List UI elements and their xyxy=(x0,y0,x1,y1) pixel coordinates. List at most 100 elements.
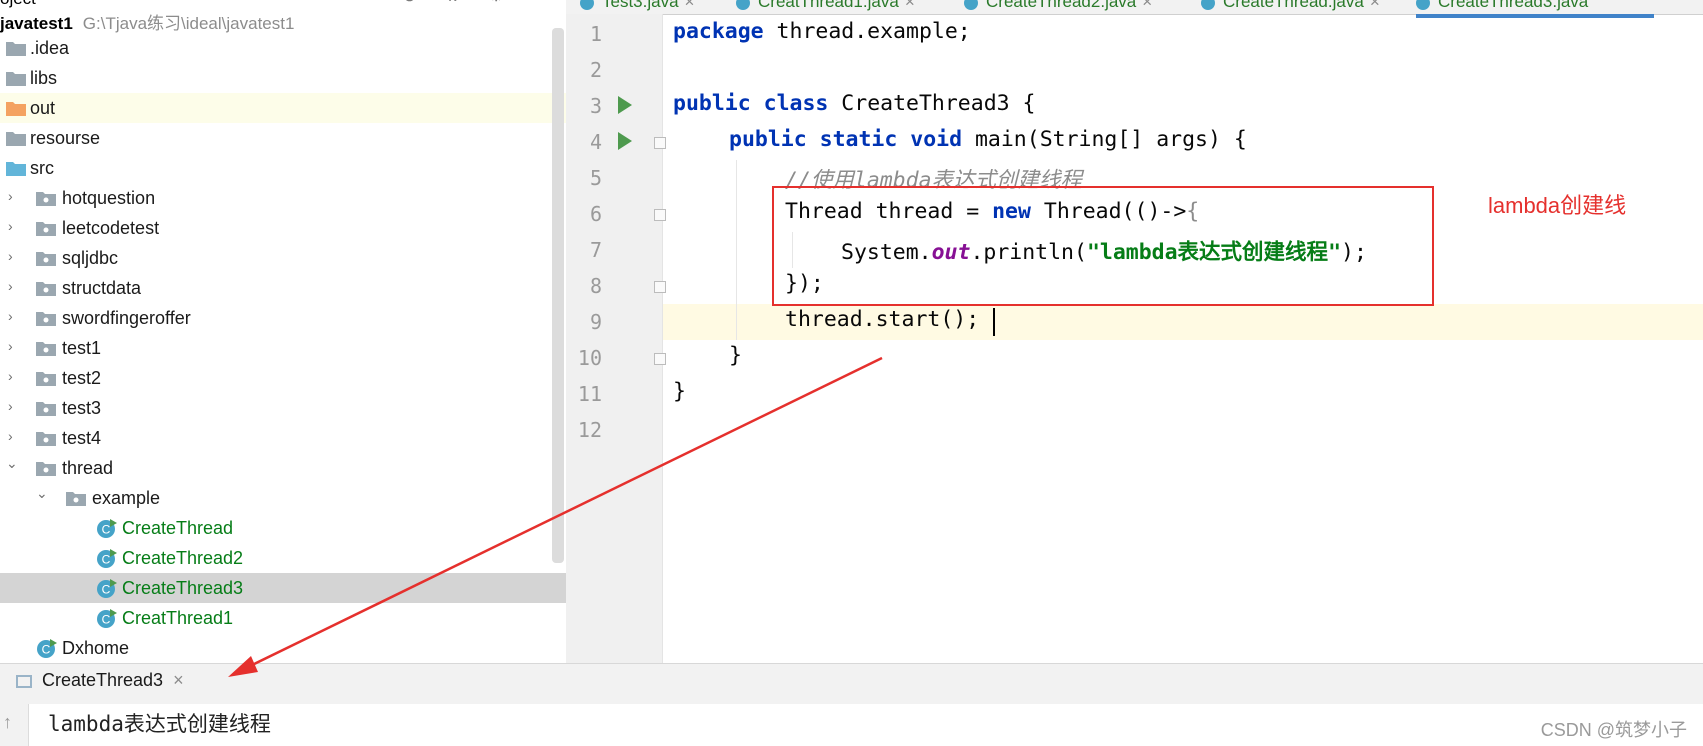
tab-creatthread1[interactable]: CreatThread1.java × xyxy=(736,0,915,14)
close-icon[interactable]: × xyxy=(685,0,695,11)
line-number: 11 xyxy=(577,382,602,406)
tree-package-hotquestion[interactable]: › hotquestion xyxy=(0,183,566,213)
tree-label: hotquestion xyxy=(62,188,156,208)
chevron-right-icon[interactable]: › xyxy=(8,249,20,263)
tree-package-test2[interactable]: › test2 xyxy=(0,363,566,393)
watermark: CSDN @筑梦小子 xyxy=(1540,720,1687,740)
chevron-right-icon[interactable]: › xyxy=(8,369,20,383)
package-icon xyxy=(36,252,56,266)
chevron-right-icon[interactable]: › xyxy=(8,309,20,323)
java-class-icon: C xyxy=(37,639,57,658)
run-tab[interactable]: CreateThread3 × xyxy=(16,670,184,700)
tab-createthread[interactable]: CreateThread.java × xyxy=(1201,0,1380,14)
package-icon xyxy=(36,462,56,476)
tree-label: CreateThread3 xyxy=(122,578,244,598)
code-line-10: } xyxy=(729,343,742,368)
tree-folder-idea[interactable]: .idea xyxy=(0,33,566,63)
chevron-right-icon[interactable]: › xyxy=(8,399,20,413)
tree-label: leetcodetest xyxy=(62,218,160,238)
tab-createthread2[interactable]: CreateThread2.java × xyxy=(964,0,1152,14)
run-main-icon[interactable] xyxy=(618,132,632,150)
close-icon[interactable]: × xyxy=(1142,0,1152,11)
java-class-icon xyxy=(1201,0,1215,10)
package-icon xyxy=(36,312,56,326)
tree-package-leetcodetest[interactable]: › leetcodetest xyxy=(0,213,566,243)
java-class-icon: C xyxy=(97,549,117,568)
tree-class-createthread3[interactable]: C CreateThread3 xyxy=(0,573,566,603)
close-icon[interactable]: × xyxy=(1370,0,1380,11)
tree-package-example[interactable]: ⌄ example xyxy=(0,483,566,513)
close-icon[interactable]: × xyxy=(173,670,184,690)
package-icon xyxy=(36,402,56,416)
tree-class-creatthread1[interactable]: C CreatThread1 xyxy=(0,603,566,633)
tree-package-swordfingeroffer[interactable]: › swordfingeroffer xyxy=(0,303,566,333)
tree-label: example xyxy=(92,488,161,508)
line-number: 2 xyxy=(589,58,602,82)
console-output-line: lambda表达式创建线程 xyxy=(48,712,271,736)
java-class-icon xyxy=(1416,0,1430,10)
tree-folder-libs[interactable]: libs xyxy=(0,63,566,93)
chevron-right-icon[interactable]: › xyxy=(8,219,20,233)
run-tab-label: CreateThread3 xyxy=(42,670,164,690)
fold-marker-icon[interactable] xyxy=(654,137,666,149)
chevron-right-icon[interactable]: › xyxy=(8,189,20,203)
tree-label: src xyxy=(30,158,54,178)
tree-folder-out[interactable]: out xyxy=(0,93,566,123)
java-class-icon: C xyxy=(97,609,117,628)
chevron-right-icon[interactable]: › xyxy=(8,339,20,353)
tree-class-createthread[interactable]: C CreateThread xyxy=(0,513,566,543)
folder-icon xyxy=(6,132,26,146)
fold-marker-icon[interactable] xyxy=(654,281,666,293)
package-icon xyxy=(36,372,56,386)
tree-label: structdata xyxy=(62,278,142,298)
project-scrollbar[interactable] xyxy=(552,28,564,563)
tree-package-sqljdbc[interactable]: › sqljdbc xyxy=(0,243,566,273)
fold-marker-icon[interactable] xyxy=(654,353,666,365)
project-panel-toolbar[interactable]: ⊕⇅⚙ xyxy=(402,0,532,6)
line-number: 1 xyxy=(589,22,602,46)
tree-package-test3[interactable]: › test3 xyxy=(0,393,566,423)
tree-label: sqljdbc xyxy=(62,248,119,268)
tree-label: thread xyxy=(62,458,114,478)
close-icon[interactable]: × xyxy=(905,0,915,11)
tree-package-thread[interactable]: ⌄ thread xyxy=(0,453,566,483)
java-class-icon: C xyxy=(97,579,117,598)
project-root[interactable]: javatest1 G:\Tjava练习\ideal\javatest1 xyxy=(0,9,294,33)
code-editor[interactable]: Test3.java × CreatThread1.java × CreateThr… xyxy=(566,0,1703,663)
code-line-11: } xyxy=(673,379,686,404)
tree-label: test4 xyxy=(62,428,102,448)
chevron-down-icon[interactable]: ⌄ xyxy=(6,456,18,470)
chevron-down-icon[interactable]: ⌄ xyxy=(36,486,48,500)
svg-text:C: C xyxy=(102,523,111,537)
tree-label: .idea xyxy=(30,38,70,58)
java-class-icon xyxy=(580,0,594,10)
tree-folder-src[interactable]: src xyxy=(0,153,566,183)
tree-class-createthread2[interactable]: C CreateThread2 xyxy=(0,543,566,573)
svg-text:C: C xyxy=(42,643,51,657)
project-panel-title: oject xyxy=(0,0,36,9)
tree-folder-resourse[interactable]: resourse xyxy=(0,123,566,153)
fold-marker-icon[interactable] xyxy=(654,209,666,221)
tree-label: test1 xyxy=(62,338,102,358)
tab-createthread3-active[interactable]: CreateThread3.java xyxy=(1416,0,1654,18)
tree-package-test4[interactable]: › test4 xyxy=(0,423,566,453)
output-folder-icon xyxy=(6,102,26,116)
tree-class-dxhome[interactable]: C Dxhome xyxy=(0,633,566,663)
line-number: 10 xyxy=(577,346,602,370)
tree-package-test1[interactable]: › test1 xyxy=(0,333,566,363)
line-number: 5 xyxy=(589,166,602,190)
java-class-icon xyxy=(736,0,750,10)
tree-package-structdata[interactable]: › structdata xyxy=(0,273,566,303)
project-root-name: javatest1 xyxy=(0,14,73,33)
run-class-icon[interactable] xyxy=(618,96,632,114)
tree-label: libs xyxy=(30,68,58,88)
run-console[interactable]: ↑ lambda表达式创建线程 CSDN @筑梦小子 xyxy=(0,704,1703,746)
chevron-right-icon[interactable]: › xyxy=(8,279,20,293)
line-number: 9 xyxy=(589,310,602,334)
tree-label: CreateThread xyxy=(122,518,234,538)
arrow-up-icon[interactable]: ↑ xyxy=(3,712,12,733)
tree-label: Dxhome xyxy=(62,638,130,658)
text-caret xyxy=(993,308,995,336)
tab-test3[interactable]: Test3.java × xyxy=(580,0,694,14)
chevron-right-icon[interactable]: › xyxy=(8,429,20,443)
